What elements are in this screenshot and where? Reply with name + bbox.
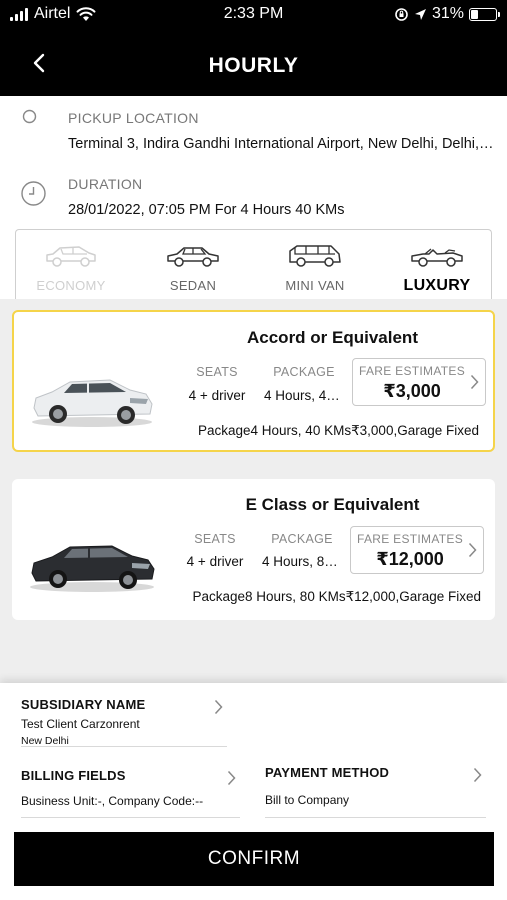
subsidiary-name-field[interactable]: SUBSIDIARY NAME Test Client Carzonrent N… bbox=[21, 697, 227, 747]
billing-fields-label: BILLING FIELDS bbox=[21, 768, 126, 783]
package-value: 4 Hours, 40 KMs bbox=[264, 388, 346, 403]
pickup-label: PICKUP LOCATION bbox=[68, 110, 199, 126]
fare-value: ₹3,000 bbox=[383, 381, 441, 401]
billing-fields-field[interactable]: BILLING FIELDS Business Unit:-, Company … bbox=[21, 768, 240, 818]
divider bbox=[21, 817, 240, 818]
chevron-right-icon bbox=[227, 770, 236, 786]
hatchback-car-icon bbox=[46, 246, 96, 267]
duration-label: DURATION bbox=[68, 176, 143, 192]
tab-economy-label: ECONOMY bbox=[36, 278, 106, 293]
package-label: PACKAGE bbox=[271, 532, 333, 546]
car-name: E Class or Equivalent bbox=[245, 495, 420, 514]
battery-percent: 31% bbox=[431, 5, 464, 22]
pickup-circle-icon bbox=[22, 109, 37, 124]
screen-lock-rotation-icon bbox=[395, 7, 408, 21]
payment-method-value: Bill to Company bbox=[265, 793, 350, 807]
chevron-right-icon bbox=[468, 542, 477, 558]
sedan-car-icon bbox=[167, 247, 219, 267]
tab-luxury[interactable]: LUXURY bbox=[382, 230, 492, 300]
page-title: HOURLY bbox=[208, 54, 299, 77]
chevron-right-icon bbox=[214, 699, 223, 715]
seats-label: SEATS bbox=[196, 365, 238, 379]
clock-icon bbox=[21, 181, 46, 206]
divider bbox=[21, 746, 227, 747]
billing-fields-value: Business Unit:-, Company Code:-- bbox=[21, 794, 204, 808]
white-sedan-image bbox=[32, 379, 153, 427]
tab-sedan-label: SEDAN bbox=[169, 278, 217, 293]
fare-value: ₹12,000 bbox=[376, 549, 444, 569]
status-bar: Airtel 2:33 PM 31% bbox=[0, 0, 507, 30]
fare-estimates-label: FARE ESTIMATES bbox=[359, 364, 465, 378]
fare-estimates-label: FARE ESTIMATES bbox=[357, 532, 463, 546]
package-value: 4 Hours, 80 KMs bbox=[262, 554, 344, 569]
subsidiary-label: SUBSIDIARY NAME bbox=[21, 697, 146, 712]
tab-mini-van-label: MINI VAN bbox=[285, 278, 345, 293]
tab-mini-van[interactable]: MINI VAN bbox=[260, 230, 370, 300]
black-sedan-image bbox=[30, 545, 155, 592]
subsidiary-value: Test Client Carzonrent bbox=[21, 717, 140, 731]
car-list: Accord or Equivalent SEATS 4 + driver PA… bbox=[0, 299, 507, 683]
pickup-value[interactable]: Terminal 3, Indira Gandhi International … bbox=[68, 136, 496, 152]
header-bar: HOURLY bbox=[0, 30, 507, 96]
minivan-icon bbox=[289, 245, 341, 267]
package-label: PACKAGE bbox=[273, 365, 335, 379]
duration-value[interactable]: 28/01/2022, 07:05 PM For 4 Hours 40 KMs bbox=[68, 202, 496, 218]
chevron-right-icon bbox=[470, 374, 479, 390]
payment-method-field[interactable]: PAYMENT METHOD Bill to Company bbox=[265, 765, 486, 818]
payment-method-label: PAYMENT METHOD bbox=[265, 765, 390, 780]
seats-value: 4 + driver bbox=[188, 388, 246, 403]
car-name: Accord or Equivalent bbox=[247, 328, 418, 347]
tab-luxury-label: LUXURY bbox=[403, 277, 471, 294]
convertible-car-icon bbox=[411, 248, 463, 267]
fare-estimate-box[interactable]: FARE ESTIMATES ₹12,000 bbox=[350, 526, 484, 574]
chevron-right-icon bbox=[473, 767, 482, 783]
package-summary: Package4 Hours, 40 KMs₹3,000,Garage Fixe… bbox=[198, 423, 479, 438]
fare-estimate-box[interactable]: FARE ESTIMATES ₹3,000 bbox=[352, 358, 486, 406]
trip-details: PICKUP LOCATION Terminal 3, Indira Gandh… bbox=[0, 96, 507, 230]
vehicle-category-tabs: ECONOMY SEDAN MINI VAN LUXURY bbox=[15, 229, 492, 299]
package-summary: Package8 Hours, 80 KMs₹12,000,Garage Fix… bbox=[192, 589, 482, 604]
location-arrow-icon bbox=[414, 8, 426, 20]
car-card-e-class[interactable]: E Class or Equivalent SEATS 4 + driver P… bbox=[12, 479, 495, 620]
divider bbox=[265, 817, 486, 818]
tab-sedan[interactable]: SEDAN bbox=[138, 230, 248, 300]
seats-value: 4 + driver bbox=[186, 554, 244, 569]
car-card-accord[interactable]: Accord or Equivalent SEATS 4 + driver PA… bbox=[12, 310, 495, 452]
confirm-button[interactable]: CONFIRM bbox=[14, 832, 494, 886]
tab-economy[interactable]: ECONOMY bbox=[16, 230, 126, 300]
seats-label: SEATS bbox=[194, 532, 236, 546]
battery-icon bbox=[469, 7, 500, 21]
